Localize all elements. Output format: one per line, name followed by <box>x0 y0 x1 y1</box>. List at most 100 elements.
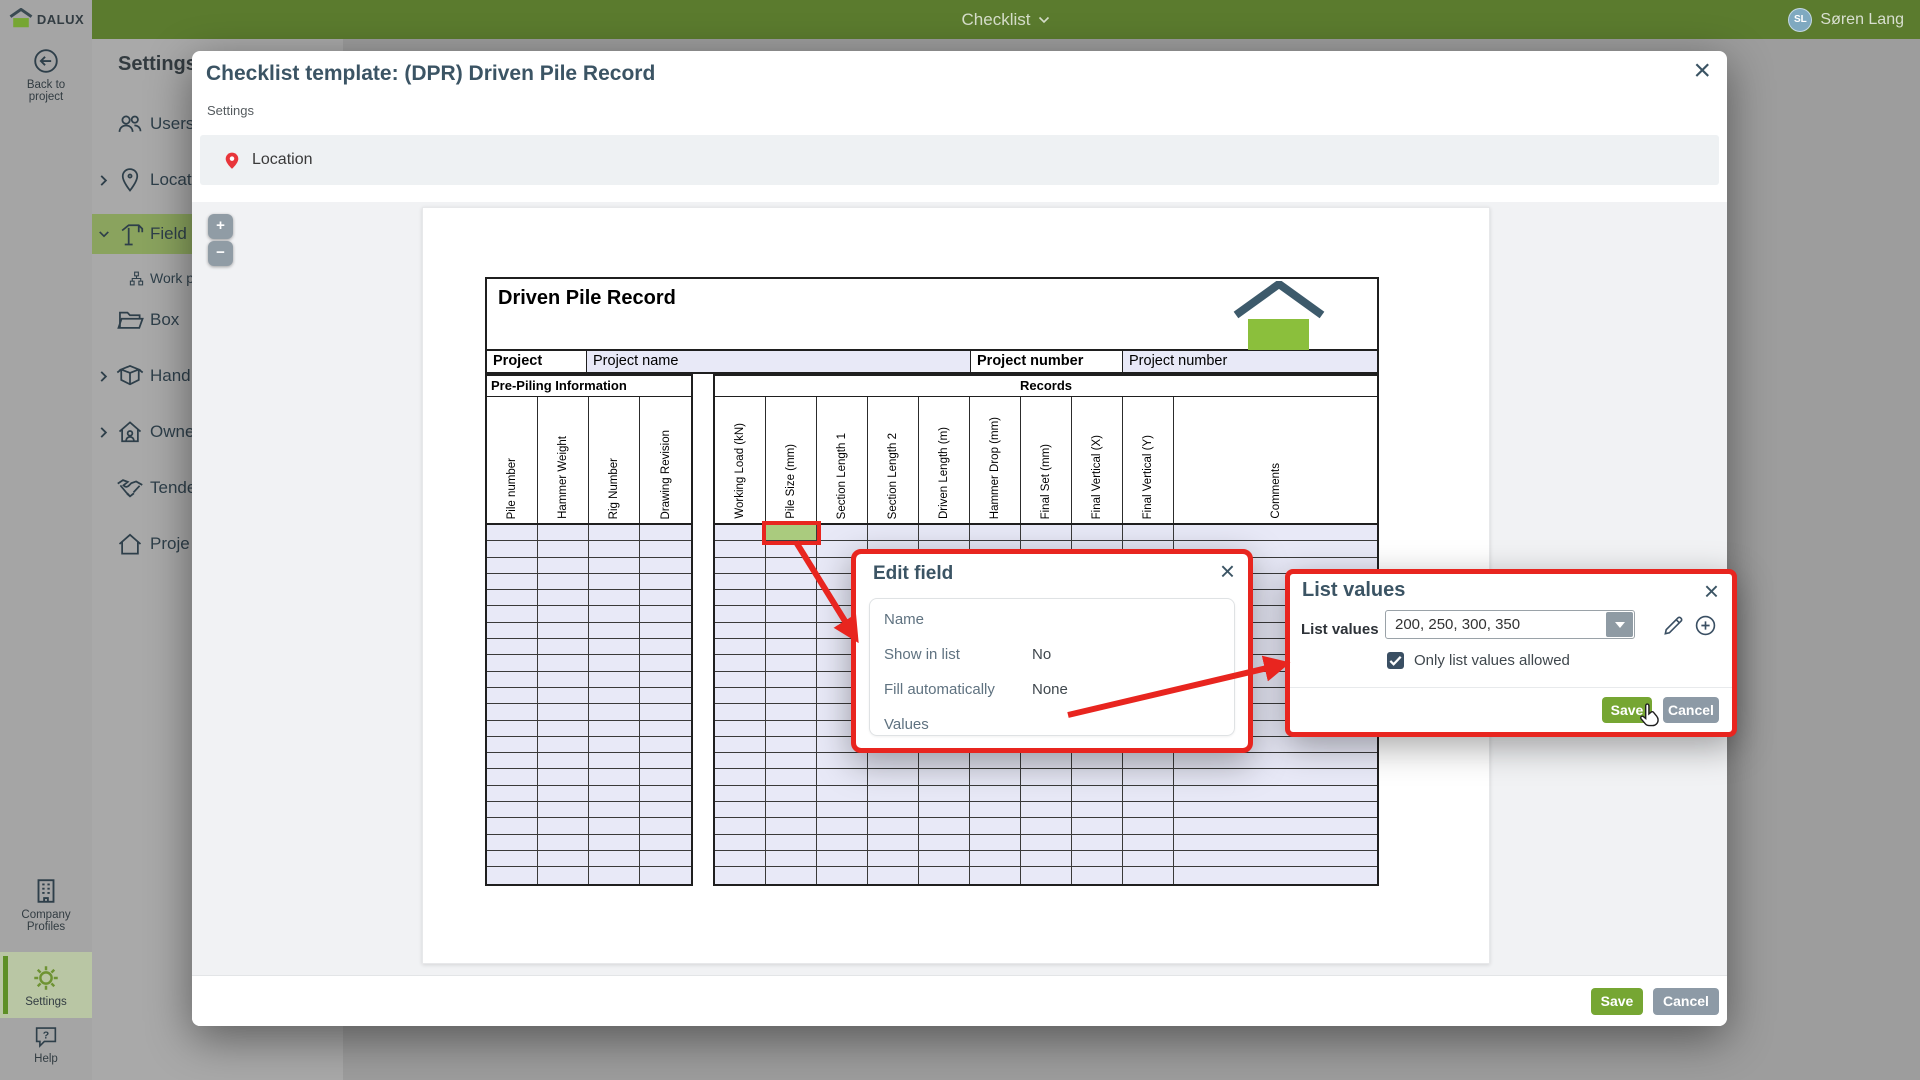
back-to-project-button[interactable]: Back to project <box>0 46 92 103</box>
table-cell[interactable] <box>766 721 817 737</box>
help-button[interactable]: ? Help <box>0 1024 92 1065</box>
table-cell[interactable] <box>715 655 766 671</box>
table-cell[interactable] <box>766 672 817 688</box>
table-cell[interactable] <box>1123 802 1174 818</box>
close-icon[interactable]: × <box>1693 53 1711 89</box>
table-cell[interactable] <box>970 802 1021 818</box>
table-cell[interactable] <box>487 672 538 688</box>
table-cell[interactable] <box>538 558 589 574</box>
edit-field-row-values[interactable]: Values <box>870 707 1234 742</box>
table-cell[interactable] <box>817 802 868 818</box>
table-cell[interactable] <box>817 818 868 834</box>
list-values-input[interactable] <box>1385 610 1635 639</box>
table-cell[interactable] <box>1174 769 1377 785</box>
table-cell[interactable] <box>766 786 817 802</box>
table-cell[interactable] <box>1174 818 1377 834</box>
table-cell[interactable] <box>868 867 919 883</box>
table-cell[interactable] <box>538 769 589 785</box>
table-cell[interactable] <box>715 769 766 785</box>
table-cell[interactable] <box>589 639 640 655</box>
table-cell[interactable] <box>538 721 589 737</box>
table-cell[interactable] <box>715 851 766 867</box>
table-cell[interactable] <box>766 639 817 655</box>
table-cell[interactable] <box>919 818 970 834</box>
table-cell[interactable] <box>640 639 691 655</box>
table-cell[interactable] <box>868 769 919 785</box>
table-cell[interactable] <box>817 867 868 883</box>
dropdown-button[interactable] <box>1606 612 1633 637</box>
table-cell[interactable] <box>817 525 868 541</box>
table-cell[interactable] <box>766 737 817 753</box>
table-cell[interactable] <box>1072 753 1123 769</box>
table-cell[interactable] <box>1123 786 1174 802</box>
table-cell[interactable] <box>970 786 1021 802</box>
table-cell[interactable] <box>640 655 691 671</box>
table-cell[interactable] <box>1072 851 1123 867</box>
table-cell[interactable] <box>1072 786 1123 802</box>
table-cell[interactable] <box>1072 769 1123 785</box>
table-cell[interactable] <box>589 737 640 753</box>
table-cell[interactable] <box>1123 851 1174 867</box>
table-cell[interactable] <box>715 558 766 574</box>
table-cell[interactable] <box>487 590 538 606</box>
table-cell[interactable] <box>715 867 766 883</box>
table-cell[interactable] <box>487 541 538 557</box>
table-cell[interactable] <box>640 786 691 802</box>
table-cell[interactable] <box>715 606 766 622</box>
table-cell[interactable] <box>538 737 589 753</box>
table-cell[interactable] <box>919 835 970 851</box>
table-cell[interactable] <box>970 769 1021 785</box>
table-cell[interactable] <box>487 835 538 851</box>
table-cell[interactable] <box>640 721 691 737</box>
table-cell[interactable] <box>970 835 1021 851</box>
table-cell[interactable] <box>1072 818 1123 834</box>
table-cell[interactable] <box>538 835 589 851</box>
table-cell[interactable] <box>487 558 538 574</box>
edit-field-row-name[interactable]: Name <box>870 602 1234 637</box>
highlighted-cell[interactable] <box>766 525 817 541</box>
table-cell[interactable] <box>640 867 691 883</box>
table-cell[interactable] <box>766 590 817 606</box>
table-cell[interactable] <box>538 541 589 557</box>
table-cell[interactable] <box>640 802 691 818</box>
table-cell[interactable] <box>1021 802 1072 818</box>
settings-button[interactable]: Settings <box>0 952 92 1018</box>
table-cell[interactable] <box>715 590 766 606</box>
table-cell[interactable] <box>766 541 817 557</box>
table-cell[interactable] <box>538 525 589 541</box>
table-cell[interactable] <box>766 558 817 574</box>
table-cell[interactable] <box>1021 867 1072 883</box>
table-cell[interactable] <box>640 623 691 639</box>
table-cell[interactable] <box>919 525 970 541</box>
table-cell[interactable] <box>1174 851 1377 867</box>
table-cell[interactable] <box>640 737 691 753</box>
table-cell[interactable] <box>766 769 817 785</box>
table-cell[interactable] <box>589 835 640 851</box>
table-cell[interactable] <box>766 606 817 622</box>
table-cell[interactable] <box>766 835 817 851</box>
table-cell[interactable] <box>766 818 817 834</box>
table-cell[interactable] <box>715 737 766 753</box>
table-cell[interactable] <box>640 769 691 785</box>
table-cell[interactable] <box>817 851 868 867</box>
modal-cancel-button[interactable]: Cancel <box>1653 988 1719 1015</box>
table-cell[interactable] <box>538 606 589 622</box>
table-cell[interactable] <box>1174 786 1377 802</box>
table-cell[interactable] <box>766 688 817 704</box>
table-cell[interactable] <box>1021 769 1072 785</box>
table-cell[interactable] <box>919 753 970 769</box>
table-cell[interactable] <box>1021 753 1072 769</box>
table-cell[interactable] <box>589 688 640 704</box>
table-cell[interactable] <box>1072 802 1123 818</box>
table-cell[interactable] <box>766 623 817 639</box>
table-cell[interactable] <box>640 606 691 622</box>
table-cell[interactable] <box>1021 525 1072 541</box>
table-cell[interactable] <box>589 606 640 622</box>
table-cell[interactable] <box>640 525 691 541</box>
table-cell[interactable] <box>487 655 538 671</box>
table-cell[interactable] <box>1072 867 1123 883</box>
table-cell[interactable] <box>487 721 538 737</box>
table-cell[interactable] <box>1021 851 1072 867</box>
table-cell[interactable] <box>715 818 766 834</box>
table-cell[interactable] <box>1174 867 1377 883</box>
